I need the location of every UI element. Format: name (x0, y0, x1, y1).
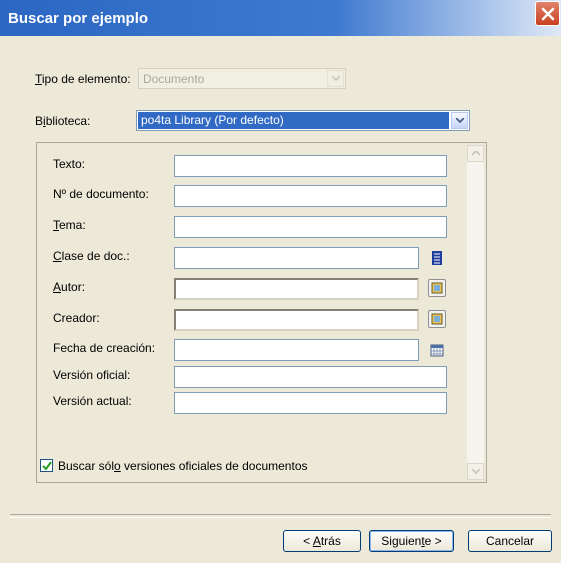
user-card-icon (431, 282, 443, 294)
autor-label: Autor: (53, 280, 86, 294)
calendar-icon (430, 344, 444, 357)
next-button[interactable]: Siguiente > (369, 530, 454, 552)
creador-user-picker-button[interactable] (428, 310, 446, 328)
autor-user-picker-button[interactable] (428, 279, 446, 297)
dialog-title: Buscar por ejemplo (8, 10, 149, 27)
tema-input[interactable] (174, 216, 447, 238)
tipo-elemento-label: Tipo de elemento: (35, 72, 131, 86)
vertical-scrollbar[interactable] (467, 145, 484, 480)
chevron-down-icon (332, 76, 340, 81)
fecha-creacion-calendar-button[interactable] (428, 341, 446, 359)
chevron-up-icon (472, 151, 480, 156)
texto-input[interactable] (174, 155, 447, 177)
close-button[interactable] (535, 1, 560, 26)
list-icon (432, 251, 442, 265)
numero-documento-label: Nº de documento: (53, 187, 149, 201)
fecha-creacion-label: Fecha de creación: (53, 341, 156, 355)
footer-separator (10, 514, 551, 518)
scroll-up-button[interactable] (467, 145, 484, 162)
numero-documento-input[interactable] (174, 185, 447, 207)
tema-label: Tema: (53, 218, 86, 232)
biblioteca-label: Biblioteca: (35, 114, 91, 128)
dialog-header: Buscar por ejemplo (0, 0, 561, 36)
texto-label: Texto: (53, 157, 86, 171)
biblioteca-value: po4ta Library (Por defecto) (138, 112, 449, 129)
scroll-down-button[interactable] (467, 463, 484, 480)
dialog-content: Tipo de elemento: Documento Biblioteca: … (0, 36, 561, 563)
version-actual-label: Versión actual: (53, 394, 132, 408)
clase-documento-list-button[interactable] (428, 249, 446, 267)
chevron-down-icon (456, 118, 464, 123)
creador-label: Creador: (53, 311, 100, 325)
chevron-down-icon (472, 469, 480, 474)
tipo-elemento-dropdown-button (327, 70, 344, 87)
version-oficial-label: Versión oficial: (53, 368, 131, 382)
checkmark-icon (42, 461, 52, 471)
fecha-creacion-input[interactable] (174, 339, 419, 361)
tipo-elemento-select: Documento (138, 68, 346, 89)
autor-input[interactable] (174, 278, 419, 300)
user-card-icon (431, 313, 443, 325)
biblioteca-select[interactable]: po4ta Library (Por defecto) (136, 110, 470, 131)
back-button[interactable]: < Atrás (283, 530, 361, 552)
search-by-example-dialog: Buscar por ejemplo Tipo de elemento: Doc… (0, 0, 561, 563)
version-actual-input[interactable] (174, 392, 447, 414)
clase-documento-input[interactable] (174, 247, 419, 269)
official-versions-checkbox-label: Buscar sólo versiones oficiales de docum… (58, 459, 308, 473)
version-oficial-input[interactable] (174, 366, 447, 388)
close-icon (541, 7, 555, 21)
official-versions-checkbox[interactable] (40, 459, 53, 472)
cancel-button[interactable]: Cancelar (468, 530, 552, 552)
tipo-elemento-value: Documento (143, 72, 205, 86)
search-fields-panel: Texto: Nº de documento: Tema: Clase de d… (36, 142, 487, 483)
creador-input[interactable] (174, 309, 419, 331)
clase-documento-label: Clase de doc.: (53, 249, 130, 263)
biblioteca-dropdown-button[interactable] (451, 112, 468, 129)
